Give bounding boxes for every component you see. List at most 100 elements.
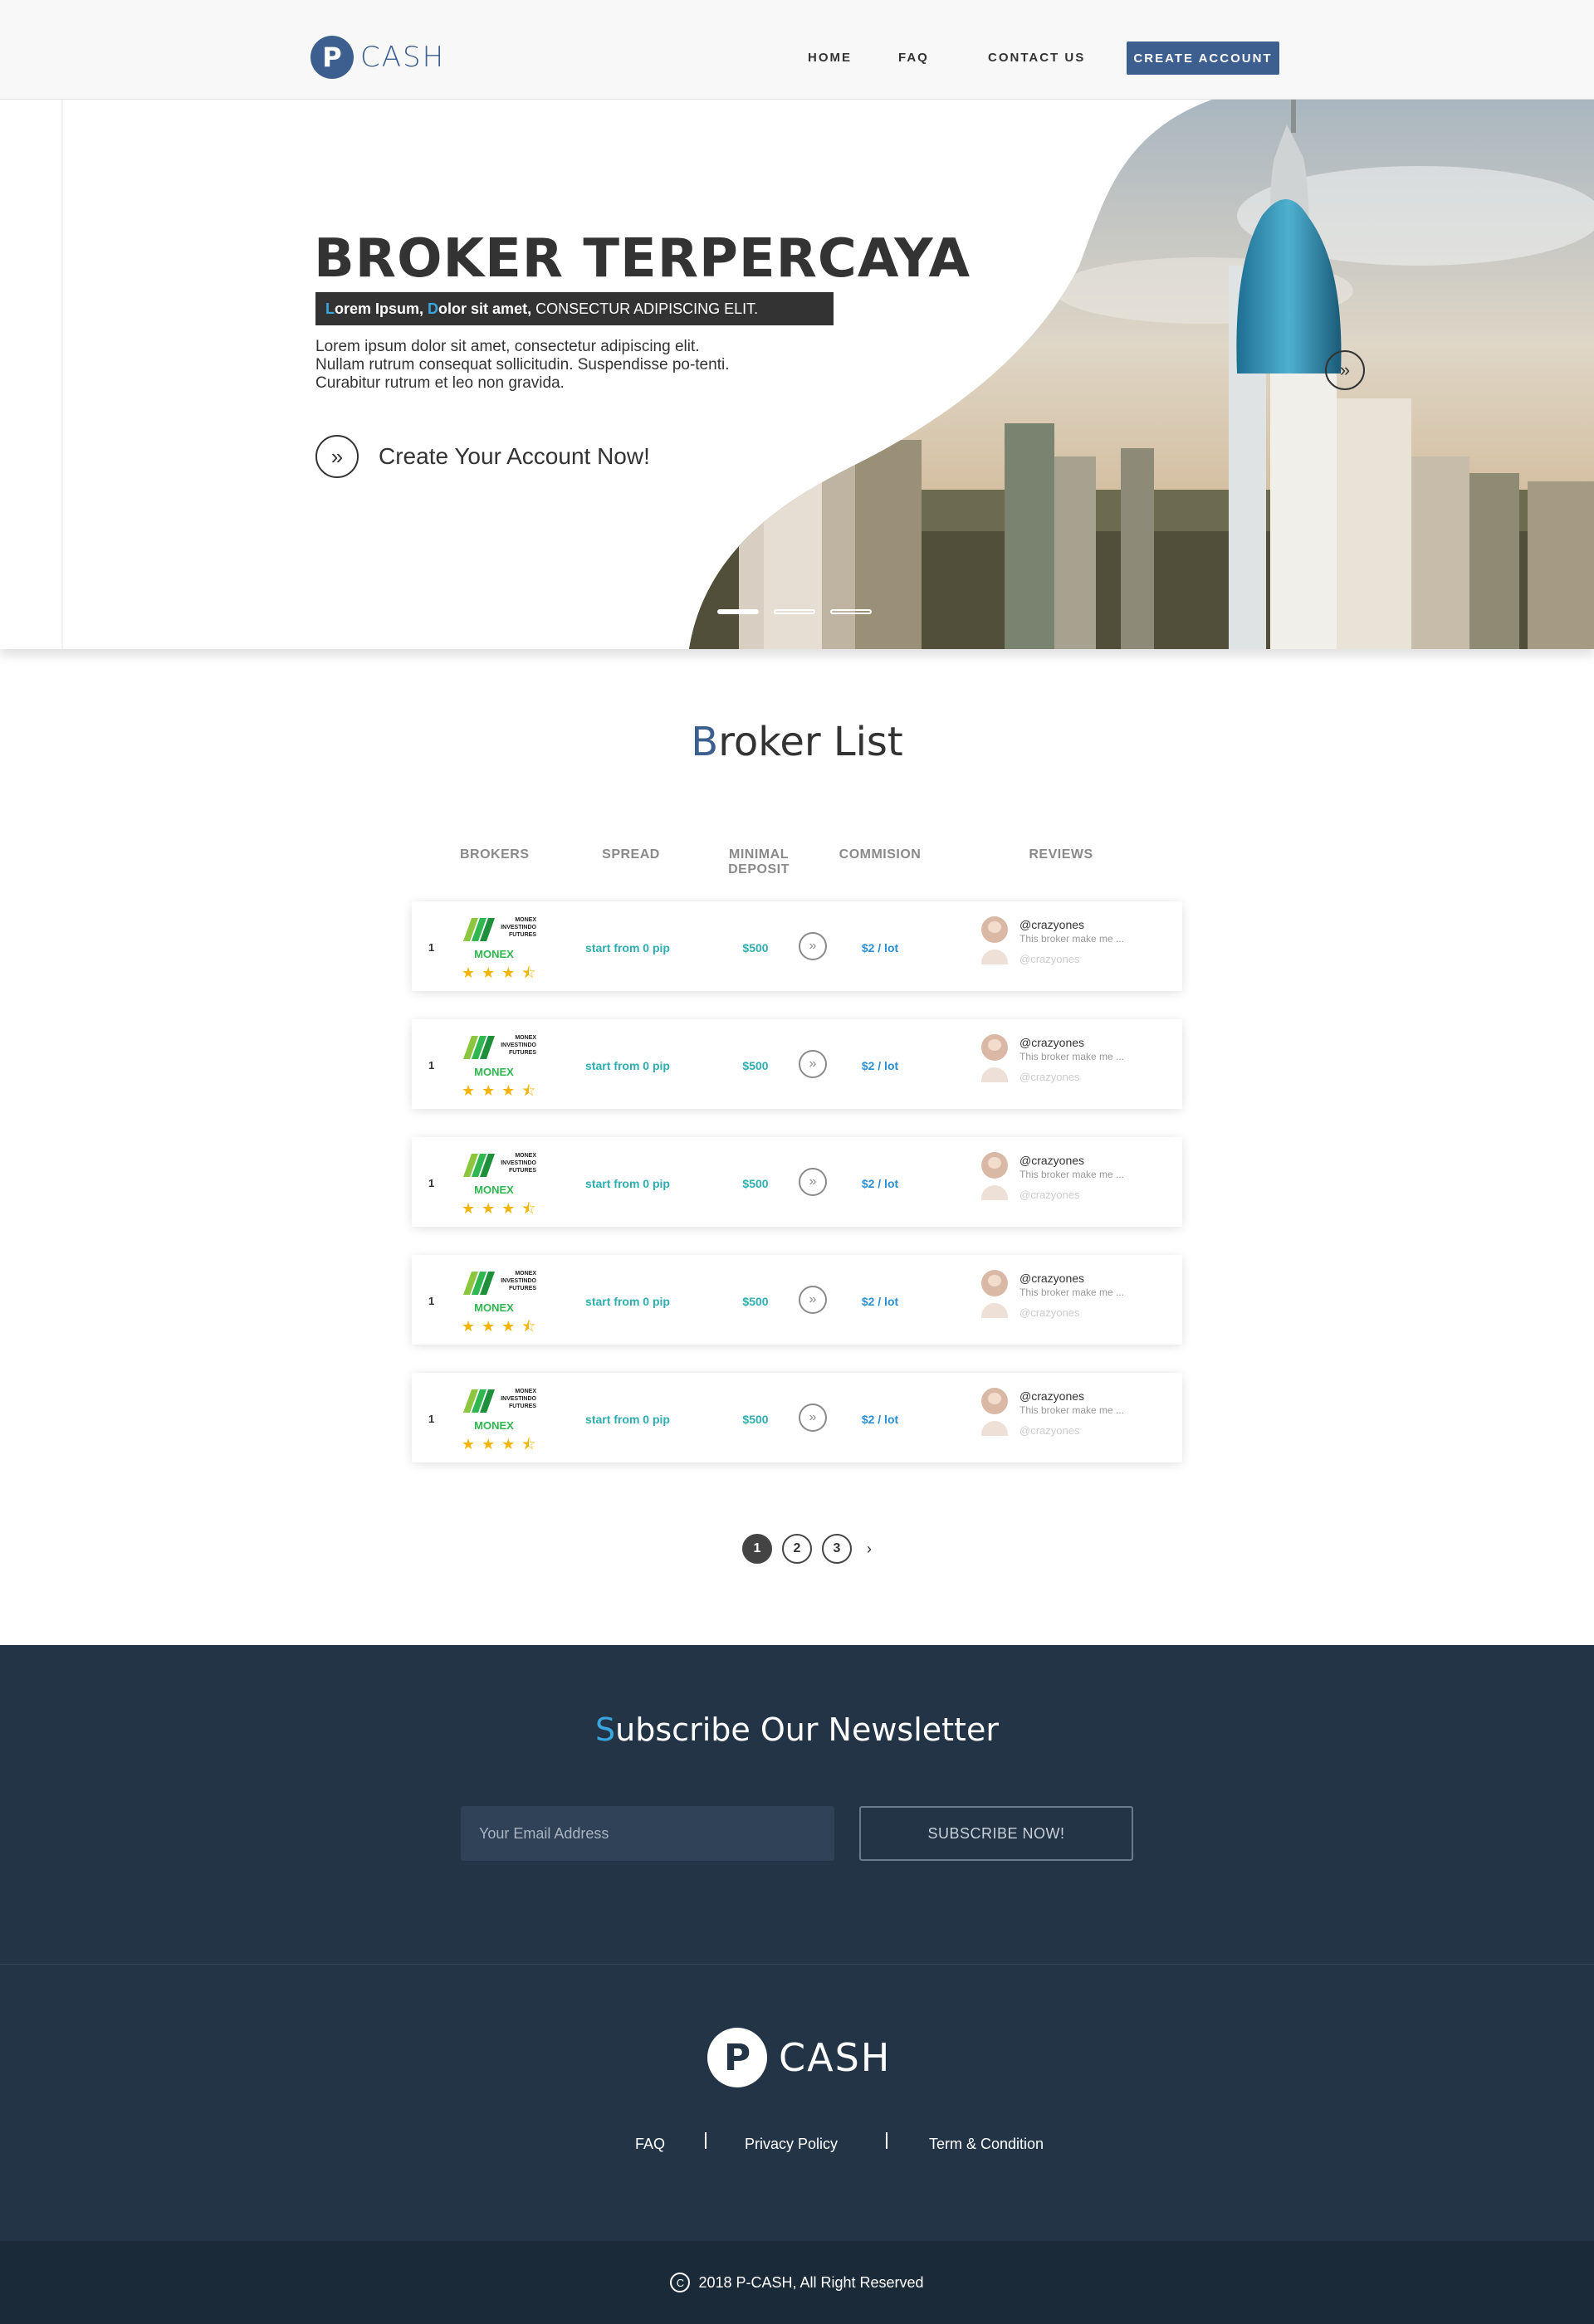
- slider-next-icon[interactable]: »: [1325, 350, 1365, 390]
- copyright-icon: C: [670, 2273, 691, 2292]
- slider-dot[interactable]: [717, 609, 759, 614]
- email-input[interactable]: [461, 1806, 834, 1861]
- review-user: @crazyones: [1019, 1424, 1080, 1437]
- star-rating: ★★★⯪: [462, 1082, 543, 1099]
- footer-logo[interactable]: P CASH: [707, 2028, 891, 2087]
- footer: P CASH FAQ Privacy Policy Term & Conditi…: [0, 1964, 1594, 2241]
- commission-value: $2 / lot: [861, 1413, 899, 1426]
- logo-mark: P: [310, 36, 354, 79]
- avatar: [981, 1388, 1008, 1414]
- tagline-part-1: orem Ipsum,: [335, 300, 424, 317]
- hero-cta[interactable]: » Create Your Account Now!: [315, 435, 650, 478]
- commission-value: $2 / lot: [861, 1177, 899, 1190]
- slider-dot[interactable]: [830, 609, 872, 614]
- column-header-commission: COMMISION: [839, 847, 922, 862]
- hero-description: Lorem ipsum dolor sit amet, consectetur …: [315, 338, 730, 392]
- star-rating: ★★★⯪: [462, 964, 543, 981]
- footer-divider: [886, 2132, 887, 2149]
- row-detail-icon[interactable]: »: [799, 1050, 827, 1078]
- broker-logo-text: MONEX INVESTINDO FUTURES: [501, 917, 536, 938]
- table-row[interactable]: 1 MONEX INVESTINDO FUTURES MONEX ★★★⯪ start …: [412, 1019, 1182, 1109]
- broker-rank: 1: [428, 1177, 435, 1189]
- table-row[interactable]: 1 MONEX INVESTINDO FUTURES MONEX ★★★⯪ start …: [412, 1137, 1182, 1227]
- hero-banner: BROKER TERPERCAYA Lorem Ipsum, Dolor sit…: [0, 100, 1594, 649]
- tagline-initial-1: L: [325, 300, 335, 317]
- nav-link-contact[interactable]: CONTACT US: [988, 51, 1085, 65]
- broker-logo-text: MONEX INVESTINDO FUTURES: [501, 1389, 536, 1409]
- review-user: @crazyones: [1019, 918, 1085, 931]
- review-text: This broker make me ...: [1019, 933, 1125, 945]
- footer-link-privacy[interactable]: Privacy Policy: [745, 2136, 838, 2153]
- logo-mark: P: [707, 2028, 767, 2087]
- broker-name: MONEX: [474, 1066, 514, 1078]
- logo-text: CASH: [360, 41, 446, 74]
- broker-logo-text: MONEX INVESTINDO FUTURES: [501, 1153, 536, 1174]
- table-row[interactable]: 1 MONEX INVESTINDO FUTURES MONEX ★★★⯪ start …: [412, 1373, 1182, 1462]
- tagline-part-2: olor sit amet,: [438, 300, 532, 317]
- deposit-value: $500: [742, 1177, 769, 1190]
- table-row[interactable]: 1 MONEX INVESTINDO FUTURES MONEX ★★★⯪ start …: [412, 901, 1182, 991]
- review-text: This broker make me ...: [1019, 1286, 1125, 1298]
- broker-name: MONEX: [474, 1301, 514, 1314]
- avatar: [981, 950, 1008, 964]
- row-detail-icon[interactable]: »: [799, 1286, 827, 1314]
- star-rating: ★★★⯪: [462, 1200, 543, 1217]
- review-user: @crazyones: [1019, 1189, 1080, 1201]
- table-row[interactable]: 1 MONEX INVESTINDO FUTURES MONEX ★★★⯪ start …: [412, 1255, 1182, 1345]
- row-detail-icon[interactable]: »: [799, 1168, 827, 1196]
- logo[interactable]: P CASH: [310, 36, 445, 79]
- copyright-text: 2018 P-CASH, All Right Reserved: [698, 2273, 924, 2291]
- spread-value: start from 0 pip: [585, 1413, 670, 1426]
- review-user: @crazyones: [1019, 1389, 1085, 1403]
- column-header-spread: SPREAD: [602, 847, 660, 862]
- broker-logo-text: MONEX INVESTINDO FUTURES: [501, 1271, 536, 1291]
- column-header-brokers: BROKERS: [460, 847, 530, 862]
- deposit-value: $500: [742, 1413, 769, 1426]
- footer-link-terms[interactable]: Term & Condition: [929, 2136, 1044, 2153]
- column-header-reviews: REVIEWS: [1029, 847, 1093, 862]
- broker-rank: 1: [428, 941, 435, 954]
- star-rating: ★★★⯪: [462, 1318, 543, 1335]
- nav-link-home[interactable]: HOME: [808, 51, 852, 65]
- broker-rank: 1: [428, 1413, 435, 1425]
- spread-value: start from 0 pip: [585, 941, 670, 954]
- row-detail-icon[interactable]: »: [799, 1404, 827, 1432]
- column-header-deposit: MINIMAL DEPOSIT: [728, 847, 790, 876]
- newsletter-title: Subscribe Our Newsletter: [0, 1711, 1594, 1748]
- newsletter-section: Subscribe Our Newsletter SUBSCRIBE NOW!: [0, 1645, 1594, 1964]
- deposit-value: $500: [742, 1295, 769, 1308]
- slider-dot[interactable]: [774, 609, 815, 614]
- review-user: @crazyones: [1019, 1306, 1080, 1319]
- broker-rank: 1: [428, 1059, 435, 1072]
- deposit-value: $500: [742, 941, 769, 954]
- avatar: [981, 1185, 1008, 1200]
- review-user: @crazyones: [1019, 953, 1080, 965]
- nav-link-faq[interactable]: FAQ: [898, 51, 929, 65]
- review-text: This broker make me ...: [1019, 1169, 1125, 1180]
- subscribe-button[interactable]: SUBSCRIBE NOW!: [859, 1806, 1133, 1861]
- create-account-button[interactable]: CREATE ACCOUNT: [1127, 42, 1279, 75]
- double-chevron-right-icon[interactable]: »: [315, 435, 359, 478]
- avatar: [981, 916, 1008, 943]
- page-button[interactable]: 3: [822, 1534, 852, 1564]
- title-rest: roker List: [718, 719, 903, 765]
- avatar: [981, 1034, 1008, 1061]
- broker-name: MONEX: [474, 1419, 514, 1432]
- hero-title: BROKER TERPERCAYA: [314, 228, 971, 290]
- chevron-right-icon[interactable]: ›: [867, 1540, 872, 1558]
- hero-cta-label[interactable]: Create Your Account Now!: [379, 443, 650, 470]
- row-detail-icon[interactable]: »: [799, 932, 827, 960]
- broker-list-title: Broker List: [0, 719, 1594, 765]
- tagline-initial-2: D: [428, 300, 439, 317]
- star-rating: ★★★⯪: [462, 1436, 543, 1452]
- footer-link-faq[interactable]: FAQ: [635, 2136, 665, 2153]
- pagination: 1 2 3 ›: [742, 1534, 872, 1564]
- avatar: [981, 1303, 1008, 1318]
- page-button[interactable]: 1: [742, 1534, 772, 1564]
- city-skyline-image: [689, 100, 1594, 649]
- deposit-value: $500: [742, 1059, 769, 1072]
- review-user: @crazyones: [1019, 1036, 1085, 1049]
- commission-value: $2 / lot: [861, 941, 899, 954]
- page-button[interactable]: 2: [782, 1534, 812, 1564]
- copyright-bar: C 2018 P-CASH, All Right Reserved: [0, 2241, 1594, 2324]
